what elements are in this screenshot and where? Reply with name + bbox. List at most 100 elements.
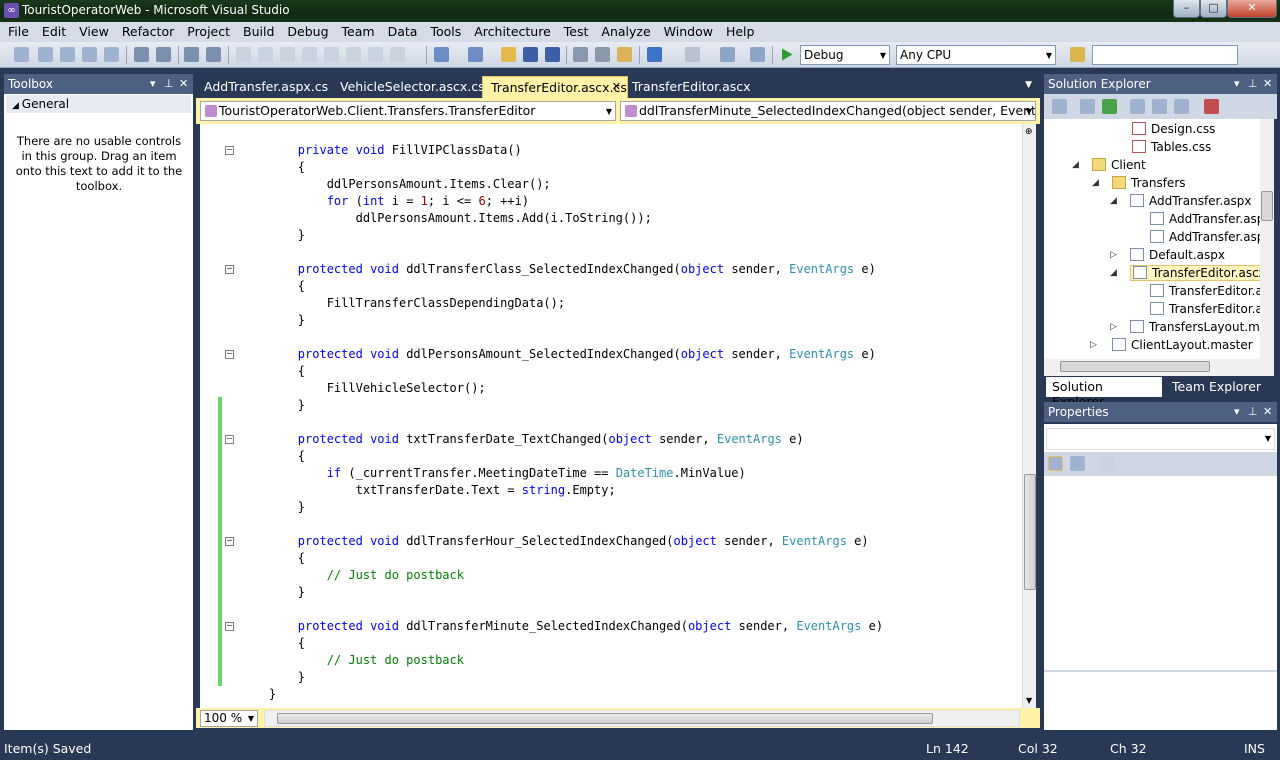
menu-file[interactable]: File: [0, 22, 34, 39]
pin-icon[interactable]: ⊥: [1248, 77, 1258, 90]
menu-debug[interactable]: Debug: [279, 22, 333, 39]
code-line[interactable]: ddlPersonsAmount.Items.Add(i.ToString())…: [240, 210, 652, 227]
collapse-region-icon[interactable]: −: [225, 350, 234, 359]
comment-icon[interactable]: [184, 47, 199, 62]
menu-architecture[interactable]: Architecture: [466, 22, 556, 39]
solution-platform-combo[interactable]: Any CPU ▼: [896, 45, 1056, 65]
bookmark-icon[interactable]: [236, 47, 251, 62]
tree-item-design-css[interactable]: Design.css: [1132, 120, 1215, 138]
collapse-region-icon[interactable]: −: [225, 265, 234, 274]
tree-item-transfers[interactable]: ◢ Transfers: [1092, 174, 1186, 192]
code-line[interactable]: {: [240, 159, 305, 176]
solution-explorer-vertical-scrollbar[interactable]: [1260, 119, 1274, 359]
code-line[interactable]: protected void ddlTransferHour_SelectedI…: [240, 533, 869, 550]
scroll-thumb[interactable]: [1261, 191, 1273, 221]
window-position-icon[interactable]: ▾: [1234, 405, 1240, 418]
code-line[interactable]: {: [240, 448, 305, 465]
menu-tools[interactable]: Tools: [422, 22, 466, 39]
tree-item-addtransfer-aspx-cs[interactable]: AddTransfer.asp: [1150, 210, 1264, 228]
minimize-button[interactable]: –: [1173, 0, 1200, 18]
paste-icon[interactable]: [617, 47, 632, 62]
indent-icon[interactable]: [134, 47, 149, 62]
code-line[interactable]: if (_currentTransfer.MeetingDateTime == …: [240, 465, 746, 482]
view-code-icon[interactable]: [1130, 99, 1145, 114]
start-debugging-icon[interactable]: [782, 48, 793, 61]
menu-help[interactable]: Help: [718, 22, 760, 39]
tab-addtransfer-aspx-cs[interactable]: AddTransfer.aspx.cs: [196, 76, 336, 98]
code-line[interactable]: {: [240, 278, 305, 295]
collapsed-arrow-icon[interactable]: ▷: [1090, 336, 1097, 354]
view-class-diagram-icon[interactable]: [1174, 99, 1189, 114]
code-lines[interactable]: private void FillVIPClassData() { ddlPer…: [240, 124, 1020, 708]
property-pages-icon[interactable]: [1100, 456, 1115, 471]
copy-website-icon[interactable]: [1204, 99, 1219, 114]
pin-icon[interactable]: ⊥: [1248, 405, 1258, 418]
code-line[interactable]: }: [240, 669, 305, 686]
expanded-arrow-icon[interactable]: ◢: [1110, 192, 1117, 210]
tree-item-addtransfer-aspx-designer[interactable]: AddTransfer.asp: [1150, 228, 1264, 246]
collapse-region-icon[interactable]: −: [225, 146, 234, 155]
toolbox-group-general[interactable]: ◢ General: [6, 95, 191, 113]
bookmark-folder-icon[interactable]: [302, 47, 317, 62]
format-icon[interactable]: [104, 47, 119, 62]
tab-vehicleselector-ascx-cs[interactable]: VehicleSelector.ascx.cs: [332, 76, 493, 98]
format-icon[interactable]: [82, 47, 97, 62]
properties-object-combo[interactable]: ▼: [1046, 428, 1275, 450]
tree-item-transfereditor-ascx-designer[interactable]: TransferEditor.as: [1150, 300, 1269, 318]
types-combo[interactable]: TouristOperatorWeb.Client.Transfers.Tran…: [200, 101, 616, 121]
collapsed-arrow-icon[interactable]: ▷: [1110, 318, 1117, 336]
tab-team-explorer[interactable]: Team Explorer: [1166, 377, 1267, 397]
tree-item-transferslayout-master[interactable]: ▷ TransfersLayout.ma: [1110, 318, 1267, 336]
bookmark-clear-icon[interactable]: [346, 47, 361, 62]
undo-icon[interactable]: [647, 47, 662, 62]
find-input[interactable]: [1092, 45, 1238, 65]
code-line[interactable]: protected void ddlPersonsAmount_Selected…: [240, 346, 876, 363]
code-line[interactable]: protected void ddlTransferMinute_Selecte…: [240, 618, 883, 635]
collapse-region-icon[interactable]: −: [225, 622, 234, 631]
menu-analyze[interactable]: Analyze: [593, 22, 655, 39]
redo-icon[interactable]: [685, 47, 700, 62]
copy-icon[interactable]: [595, 47, 610, 62]
bookmark-doc-icon[interactable]: [324, 47, 339, 62]
menu-team[interactable]: Team: [334, 22, 380, 39]
outdent-icon[interactable]: [156, 47, 171, 62]
editor-vertical-scrollbar[interactable]: ⊕ ▼: [1022, 124, 1036, 708]
menu-refactor[interactable]: Refactor: [114, 22, 179, 39]
menu-data[interactable]: Data: [380, 22, 423, 39]
code-line[interactable]: for (int i = 1; i <= 6; ++i): [240, 193, 529, 210]
split-handle-icon[interactable]: ⊕: [1025, 127, 1033, 137]
code-line[interactable]: // Just do postback: [240, 652, 464, 669]
code-line[interactable]: FillVehicleSelector();: [240, 380, 486, 397]
find-in-files-icon[interactable]: [1070, 47, 1085, 62]
solution-configuration-combo[interactable]: Debug ▼: [800, 45, 890, 65]
code-line[interactable]: }: [240, 499, 305, 516]
view-designer-icon[interactable]: [1152, 99, 1167, 114]
expanded-arrow-icon[interactable]: ◢: [1072, 156, 1079, 174]
tree-item-transfereditor-ascx[interactable]: ◢ TransferEditor.ascx: [1110, 264, 1271, 282]
bookmark-next-icon[interactable]: [280, 47, 295, 62]
code-line[interactable]: }: [240, 584, 305, 601]
tree-item-clientlayout-master[interactable]: ▷ ClientLayout.master: [1090, 336, 1253, 354]
menu-edit[interactable]: Edit: [34, 22, 71, 39]
bookmark-icon[interactable]: [390, 47, 405, 62]
solution-explorer-tree[interactable]: Design.css Tables.css ◢ Client ◢ Transfers…: [1044, 119, 1274, 359]
property-grid[interactable]: [1044, 476, 1277, 670]
zoom-combo[interactable]: 100 % ▼: [200, 710, 258, 727]
bookmark-icon[interactable]: [368, 47, 383, 62]
code-line[interactable]: txtTransferDate.Text = string.Empty;: [240, 482, 616, 499]
menu-test[interactable]: Test: [556, 22, 594, 39]
menu-window[interactable]: Window: [656, 22, 718, 39]
menu-view[interactable]: View: [71, 22, 114, 39]
menu-project[interactable]: Project: [179, 22, 235, 39]
code-editor[interactable]: − − − − − − private void FillVIPClassData() {…: [200, 124, 1022, 708]
code-line[interactable]: {: [240, 550, 305, 567]
tab-transfereditor-ascx-cs[interactable]: TransferEditor.ascx.cs ✕: [482, 76, 628, 98]
close-tab-icon[interactable]: ✕: [612, 80, 621, 93]
code-line[interactable]: ddlPersonsAmount.Items.Clear();: [240, 176, 551, 193]
close-panel-icon[interactable]: ✕: [1263, 405, 1272, 418]
members-combo[interactable]: ddlTransferMinute_SelectedIndexChanged(o…: [620, 101, 1036, 121]
new-project-icon[interactable]: [434, 47, 449, 62]
collapse-region-icon[interactable]: −: [225, 435, 234, 444]
window-position-icon[interactable]: ▾: [1234, 77, 1240, 90]
alphabetical-icon[interactable]: [1070, 456, 1085, 471]
